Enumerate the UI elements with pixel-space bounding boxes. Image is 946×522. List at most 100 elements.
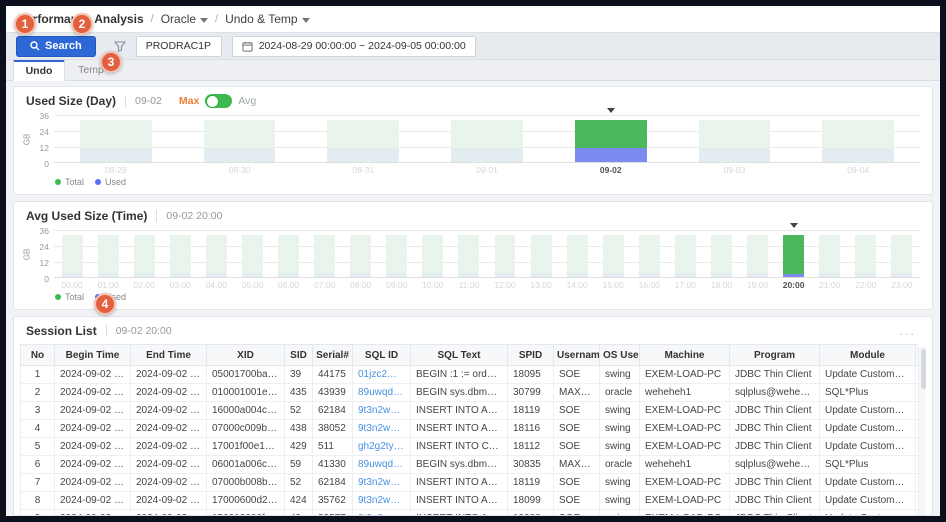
stacked-bar [350, 230, 371, 277]
cell: 5 [21, 438, 55, 456]
column-header-begin-time[interactable]: Begin Time [55, 345, 131, 366]
more-options-icon[interactable]: ... [899, 328, 920, 334]
cell[interactable]: 9t3n2wpr7my63 [353, 492, 411, 510]
column-header-end-time[interactable]: End Time [131, 345, 207, 366]
bar-06:00[interactable] [270, 230, 306, 277]
cell[interactable]: 9t3n2wpr7my63 [353, 474, 411, 492]
search-button-label: Search [45, 40, 82, 52]
bar-08:00[interactable] [343, 230, 379, 277]
table-row[interactable]: 32024-09-02 20:55:452024-09-02 20:55:451… [21, 402, 919, 420]
x-label: 05:00 [234, 280, 270, 290]
stacked-bar [458, 230, 479, 277]
bar-05:00[interactable] [234, 230, 270, 277]
plot-grid [54, 115, 920, 163]
bar-03:00[interactable] [162, 230, 198, 277]
column-header-machine[interactable]: Machine [640, 345, 730, 366]
cell[interactable]: 89uwqdwf34sf6 [353, 456, 411, 474]
table-row[interactable]: 82024-09-02 20:34:002024-09-02 20:34:001… [21, 492, 919, 510]
cell: oracle [600, 384, 640, 402]
bar-09:00[interactable] [379, 230, 415, 277]
bar-10:00[interactable] [415, 230, 451, 277]
bar-09-04[interactable] [796, 115, 920, 162]
legend-item-total[interactable]: Total [55, 292, 84, 302]
cell[interactable]: 01jzc2mg6cg92 [353, 366, 411, 384]
stacked-bar [98, 230, 119, 277]
stacked-bar [531, 230, 552, 277]
cell[interactable]: 9t3n2wpr7my63 [353, 510, 411, 516]
column-header-program[interactable]: Program [730, 345, 820, 366]
column-header-spid[interactable]: SPID [508, 345, 554, 366]
bar-09-03[interactable] [673, 115, 797, 162]
bar-00:00[interactable] [54, 230, 90, 277]
max-avg-switch[interactable] [205, 94, 232, 108]
bar-21:00[interactable] [812, 230, 848, 277]
bar-19:00[interactable] [739, 230, 775, 277]
bar-18:00[interactable] [703, 230, 739, 277]
chart-plot-area: GB 3624120 [14, 110, 932, 163]
bar-15:00[interactable] [595, 230, 631, 277]
bar-22:00[interactable] [848, 230, 884, 277]
column-header-serial-[interactable]: Serial# [313, 345, 353, 366]
table-row[interactable]: 22024-09-02 20:10:102024-09-02 20:15:000… [21, 384, 919, 402]
column-header-sql-text[interactable]: SQL Text [411, 345, 508, 366]
instance-select[interactable]: PRODRAC1P [136, 36, 222, 57]
bar-20:00[interactable] [776, 230, 812, 277]
column-header-module[interactable]: Module [820, 345, 916, 366]
table-row[interactable]: 92024-09-02 20:08:502024-09-02 20:08:501… [21, 510, 919, 516]
bar-17:00[interactable] [667, 230, 703, 277]
column-header-username[interactable]: Username [554, 345, 600, 366]
bar-13:00[interactable] [523, 230, 559, 277]
column-header-sid[interactable]: SID [285, 345, 313, 366]
toggle-max-label[interactable]: Max [179, 95, 199, 107]
cell[interactable]: 9t3n2wpr7my63 [353, 420, 411, 438]
breadcrumb-item-undo-temp[interactable]: Undo & Temp [225, 12, 310, 26]
cell[interactable]: 9t3n2wpr7my63 [353, 402, 411, 420]
bar-16:00[interactable] [631, 230, 667, 277]
bar-09-01[interactable] [425, 115, 549, 162]
table-row[interactable]: 52024-09-02 20:37:152024-09-02 20:37:151… [21, 438, 919, 456]
search-button[interactable]: Search [16, 36, 96, 57]
toggle-avg-label[interactable]: Avg [238, 95, 256, 107]
bar-02:00[interactable] [126, 230, 162, 277]
column-header-xid[interactable]: XID [207, 345, 285, 366]
table-row[interactable]: 12024-09-02 20:13:552024-09-02 20:13:550… [21, 366, 919, 384]
cell: SOE [554, 366, 600, 384]
bar-09-02[interactable] [549, 115, 673, 162]
cell: BEGIN sys.dbms_lock.sleep(3... [411, 384, 508, 402]
table-row[interactable]: 72024-09-02 20:09:202024-09-02 20:09:200… [21, 474, 919, 492]
bar-08-29[interactable] [54, 115, 178, 162]
cell[interactable]: 89uwqdwf34sf6 [353, 384, 411, 402]
breadcrumb-item-oracle[interactable]: Oracle [161, 12, 208, 26]
cell: SQL*Plus [820, 456, 916, 474]
cell: 2024-09-02 20:50:20 [55, 420, 131, 438]
legend-item-total[interactable]: Total [55, 177, 84, 187]
table-row[interactable]: 62024-09-02 20:10:152024-09-02 20:15:050… [21, 456, 919, 474]
bar-08-31[interactable] [301, 115, 425, 162]
cell: swing [600, 420, 640, 438]
scrollbar-thumb[interactable] [921, 349, 926, 389]
bar-23:00[interactable] [884, 230, 920, 277]
bar-01:00[interactable] [90, 230, 126, 277]
cell[interactable]: gh2g2tynpcpv1 [353, 438, 411, 456]
filter-funnel-icon[interactable] [114, 40, 126, 52]
bar-04:00[interactable] [198, 230, 234, 277]
column-header-no[interactable]: No [21, 345, 55, 366]
stacked-bar [819, 230, 840, 277]
bar-12:00[interactable] [487, 230, 523, 277]
bar-11:00[interactable] [451, 230, 487, 277]
cell: 9 [21, 510, 55, 516]
date-range-picker[interactable]: 2024-08-29 00:00:00 ~ 2024-09-05 00:00:0… [232, 36, 476, 57]
bar-08-30[interactable] [178, 115, 302, 162]
table-vertical-scrollbar[interactable] [918, 347, 926, 515]
cell: 35762 [313, 492, 353, 510]
column-header-sql-id[interactable]: SQL ID [353, 345, 411, 366]
column-header-os-user[interactable]: OS User [600, 345, 640, 366]
tab-undo[interactable]: Undo [13, 60, 65, 81]
legend-dot-icon [95, 179, 101, 185]
cell: 05001700babe1700 [207, 366, 285, 384]
bar-07:00[interactable] [307, 230, 343, 277]
legend-item-used[interactable]: Used [95, 177, 126, 187]
bar-14:00[interactable] [559, 230, 595, 277]
table-row[interactable]: 42024-09-02 20:50:202024-09-02 20:50:200… [21, 420, 919, 438]
chart-title: Used Size (Day) [26, 94, 116, 108]
